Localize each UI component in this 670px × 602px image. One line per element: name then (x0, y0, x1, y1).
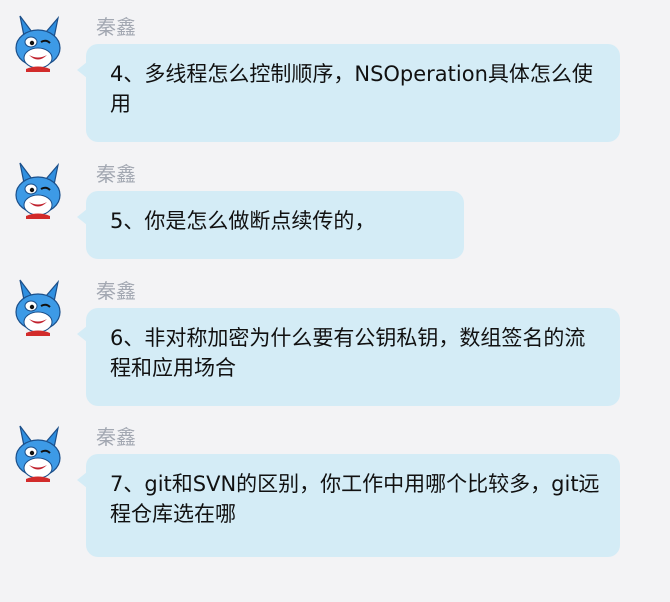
cartoon-rabbit-avatar-icon (15, 162, 61, 219)
avatar[interactable] (10, 278, 66, 336)
chat-message-list: 秦鑫 4、多线程怎么控制顺序，NSOperation具体怎么使用 秦鑫 5、你是… (0, 0, 670, 602)
avatar[interactable] (10, 161, 66, 219)
message-bubble[interactable]: 7、git和SVN的区别，你工作中用哪个比较多，git远程仓库选在哪 (77, 454, 620, 557)
message-bubble[interactable]: 5、你是怎么做断点续传的， (77, 191, 464, 259)
message-bubble[interactable]: 6、非对称加密为什么要有公钥私钥，数组签名的流程和应用场合 (77, 308, 620, 406)
sender-name: 秦鑫 (96, 279, 136, 303)
message-bubble[interactable]: 4、多线程怎么控制顺序，NSOperation具体怎么使用 (77, 44, 620, 142)
sender-name: 秦鑫 (96, 425, 136, 449)
sender-name: 秦鑫 (96, 162, 136, 186)
cartoon-rabbit-avatar-icon (15, 15, 61, 72)
cartoon-rabbit-avatar-icon (15, 279, 61, 336)
cartoon-rabbit-avatar-icon (15, 425, 61, 482)
avatar[interactable] (10, 424, 66, 482)
sender-name: 秦鑫 (96, 15, 136, 39)
avatar[interactable] (10, 14, 66, 72)
